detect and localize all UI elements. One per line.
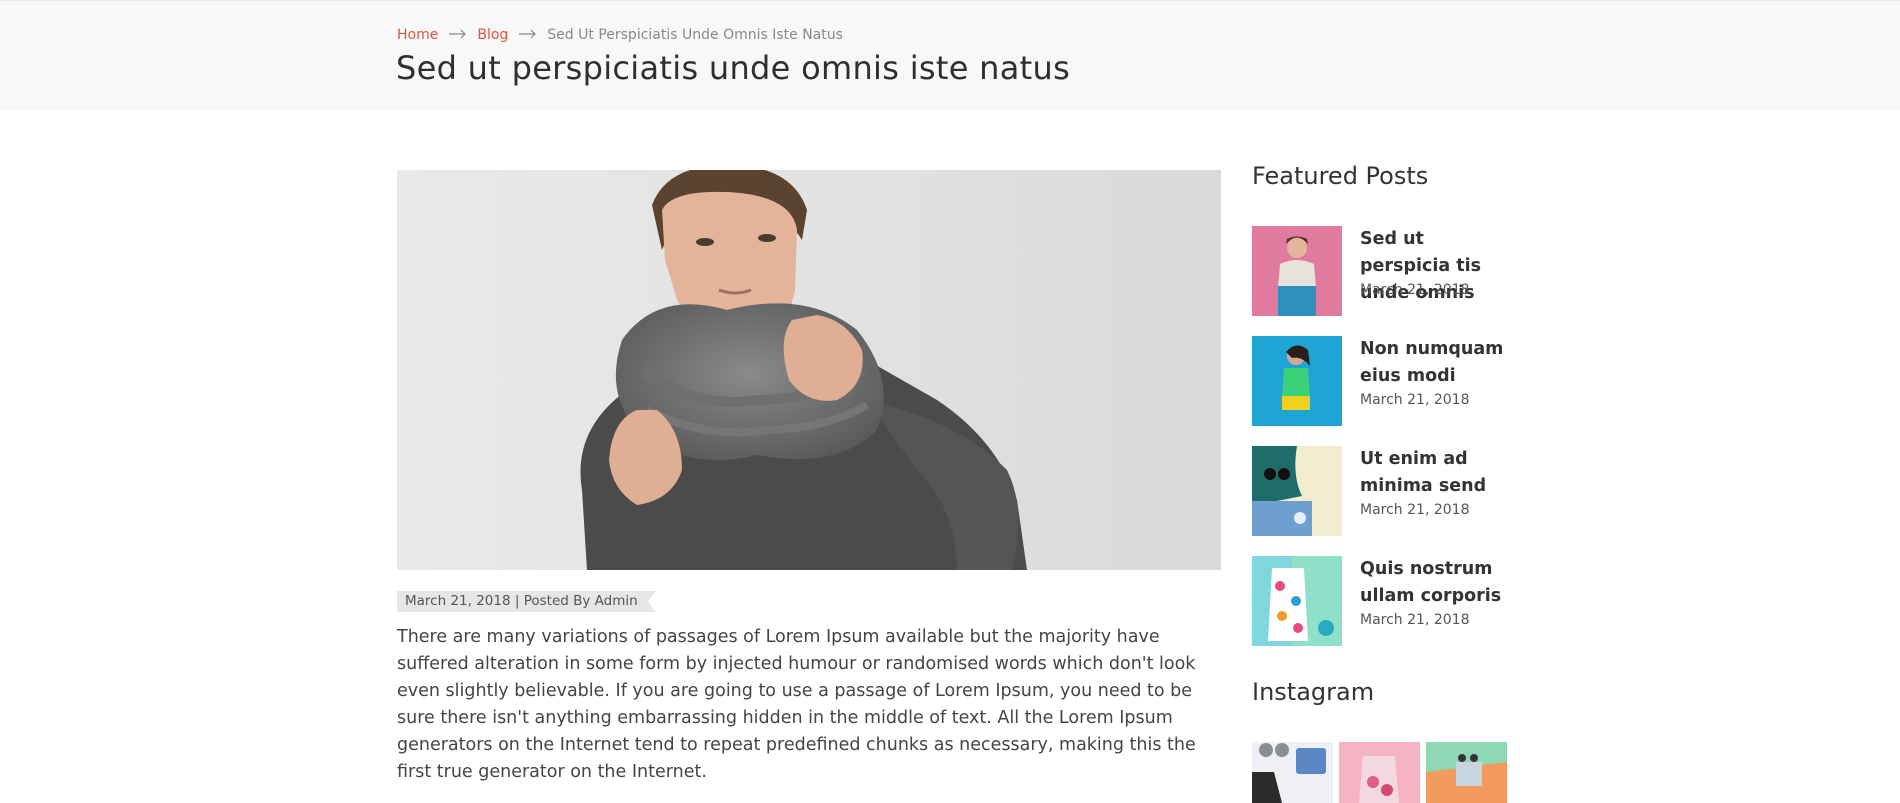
arrow-right-icon: [449, 27, 467, 43]
featured-post-thumbnail[interactable]: [1252, 226, 1342, 316]
featured-post-item[interactable]: Quis nostrum ullam corporis March 21, 20…: [1252, 556, 1512, 646]
featured-post-thumbnail[interactable]: [1252, 336, 1342, 426]
featured-post-title[interactable]: Quis nostrum ullam corporis: [1360, 556, 1512, 610]
breadcrumb-blog-link[interactable]: Blog: [477, 27, 508, 43]
featured-post-date: March 21, 2018: [1360, 392, 1470, 408]
featured-post-title[interactable]: Ut enim ad minima send: [1360, 446, 1512, 500]
featured-post-date: March 21, 2018: [1360, 282, 1470, 298]
featured-post-item[interactable]: Sed ut perspicia tis unde omnis March 21…: [1252, 226, 1512, 316]
article-body: There are many variations of passages of…: [397, 627, 1196, 782]
breadcrumb: Home Blog Sed Ut Perspiciatis Unde Omnis…: [397, 27, 843, 43]
instagram-thumbnail[interactable]: [1426, 742, 1507, 803]
article-hero-image: [397, 170, 1221, 570]
page-title: Sed ut perspiciatis unde omnis iste natu…: [396, 49, 1071, 87]
instagram-heading: Instagram: [1252, 678, 1375, 706]
featured-post-title[interactable]: Non numquam eius modi: [1360, 336, 1512, 390]
instagram-thumbnail[interactable]: [1339, 742, 1420, 803]
featured-post-date: March 21, 2018: [1360, 502, 1470, 518]
breadcrumb-home-link[interactable]: Home: [397, 27, 438, 43]
featured-post-date: March 21, 2018: [1360, 612, 1470, 628]
featured-posts-heading: Featured Posts: [1252, 162, 1429, 190]
featured-post-item[interactable]: Ut enim ad minima send March 21, 2018: [1252, 446, 1512, 536]
arrow-right-icon: [519, 27, 537, 43]
instagram-thumbnail[interactable]: [1252, 742, 1333, 803]
featured-post-thumbnail[interactable]: [1252, 446, 1342, 536]
breadcrumb-current: Sed Ut Perspiciatis Unde Omnis Iste Natu…: [547, 27, 843, 43]
featured-post-thumbnail[interactable]: [1252, 556, 1342, 646]
post-meta: March 21, 2018 | Posted By Admin: [397, 591, 656, 612]
featured-post-item[interactable]: Non numquam eius modi March 21, 2018: [1252, 336, 1512, 426]
page-header: Home Blog Sed Ut Perspiciatis Unde Omnis…: [0, 0, 1900, 110]
